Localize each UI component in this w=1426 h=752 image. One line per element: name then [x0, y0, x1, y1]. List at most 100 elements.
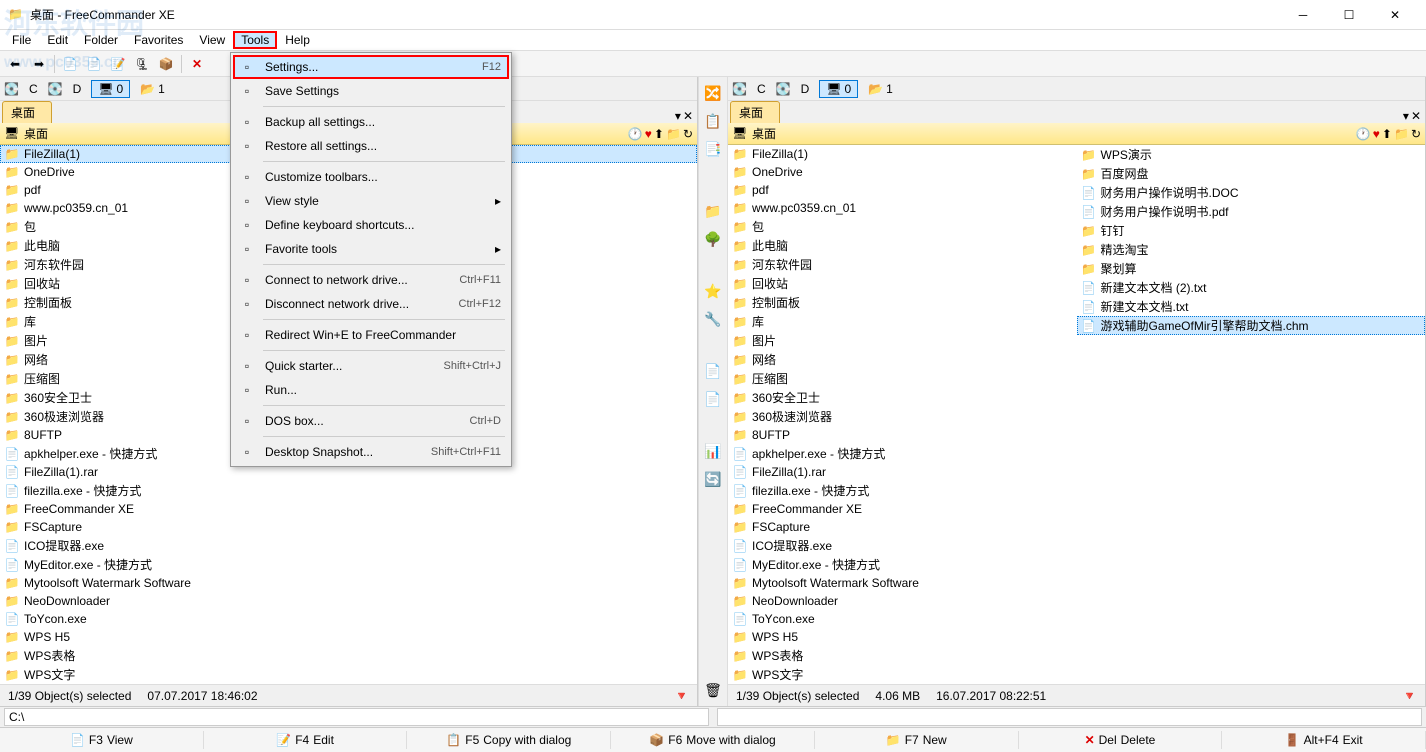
history-icon[interactable]: 🕐 — [628, 127, 643, 141]
tools-button[interactable]: 🔧 — [701, 307, 725, 331]
list-item[interactable]: 📁FreeCommander XE — [0, 500, 697, 518]
menu-item-quick-starter[interactable]: ▫Quick starter...Shift+Ctrl+J — [233, 354, 509, 378]
drive-active-right[interactable]: 🖥0 — [819, 80, 858, 98]
menu-folder[interactable]: Folder — [76, 31, 126, 49]
list-item[interactable]: 📁控制面板 — [728, 293, 1077, 312]
list-item[interactable]: 📄filezilla.exe - 快捷方式 — [0, 481, 697, 500]
list-item[interactable]: 📄MyEditor.exe - 快捷方式 — [728, 555, 1077, 574]
list-item[interactable]: 📁压缩图 — [728, 369, 1077, 388]
list-item[interactable]: 📁WPS演示 — [1077, 145, 1426, 164]
list-item[interactable]: 📁百度网盘 — [1077, 164, 1426, 183]
list-item[interactable]: 📁网络 — [728, 350, 1077, 369]
menu-item-run[interactable]: ▫Run... — [233, 378, 509, 402]
list-item[interactable]: 📁Mytoolsoft Watermark Software — [728, 574, 1077, 592]
list-item[interactable]: 📁FreeCommander XE — [728, 500, 1077, 518]
list-item[interactable]: 📁WPS文字 — [728, 665, 1077, 684]
extract-button[interactable]: 📦 — [155, 53, 177, 75]
favorites-button[interactable]: ⭐ — [701, 279, 725, 303]
folder-icon[interactable]: 📁 — [1394, 127, 1409, 141]
drive-history-right[interactable]: 📂1 — [862, 81, 899, 97]
folder-icon[interactable]: 📁 — [666, 127, 681, 141]
list-item[interactable]: 📁OneDrive — [728, 163, 1077, 181]
fn-f6-move[interactable]: 📦 F6 Move with dialog — [611, 731, 815, 749]
list-item[interactable]: 📁WPS文字 — [0, 665, 697, 684]
favorite-icon[interactable]: ♥ — [1373, 127, 1380, 141]
menu-view[interactable]: View — [191, 31, 233, 49]
drive-active[interactable]: 🖥0 — [91, 80, 130, 98]
refresh-icon[interactable]: ↻ — [683, 127, 693, 141]
history-icon[interactable]: 🕐 — [1356, 127, 1371, 141]
sync-dirs-button[interactable]: 🔄 — [701, 467, 725, 491]
list-item[interactable]: 📁WPS H5 — [0, 628, 697, 646]
menu-item-save-settings[interactable]: ▫Save Settings — [233, 79, 509, 103]
fn-altf4-exit[interactable]: 🚪 Alt+F4 Exit — [1222, 731, 1426, 749]
list-item[interactable]: 📁精选淘宝 — [1077, 240, 1426, 259]
delete-button[interactable]: ✕ — [186, 53, 208, 75]
up-icon[interactable]: ⬆ — [654, 127, 664, 141]
tab-dropdown[interactable]: ▾ — [1403, 109, 1409, 123]
menu-item-desktop-snapshot[interactable]: ▫Desktop Snapshot...Shift+Ctrl+F11 — [233, 440, 509, 464]
path-input-left[interactable] — [4, 708, 709, 726]
list-item[interactable]: 📁WPS H5 — [728, 628, 1077, 646]
list-item[interactable]: 📄FileZilla(1).rar — [728, 463, 1077, 481]
tree-button[interactable]: 🌳 — [701, 227, 725, 251]
up-icon[interactable]: ⬆ — [1382, 127, 1392, 141]
list-item[interactable]: 📄MyEditor.exe - 快捷方式 — [0, 555, 697, 574]
menu-item-favorite-tools[interactable]: ▫Favorite tools▸ — [233, 237, 509, 261]
copy-left-button[interactable]: 📄 — [701, 387, 725, 411]
list-item[interactable]: 📄财务用户操作说明书.pdf — [1077, 202, 1426, 221]
new-doc-button[interactable]: 📄 — [701, 359, 725, 383]
list-item[interactable]: 📄新建文本文档.txt — [1077, 297, 1426, 316]
list-item[interactable]: 📁此电脑 — [728, 236, 1077, 255]
menu-item-backup-all-settings[interactable]: ▫Backup all settings... — [233, 110, 509, 134]
list-item[interactable]: 📁图片 — [728, 331, 1077, 350]
list-item[interactable]: 📄ToYcon.exe — [728, 610, 1077, 628]
menu-item-dos-box[interactable]: ▫DOS box...Ctrl+D — [233, 409, 509, 433]
drive-c[interactable]: C — [23, 81, 44, 97]
list-item[interactable]: 📁FileZilla(1) — [728, 145, 1077, 163]
sync-button[interactable]: 📋 — [701, 109, 725, 133]
list-item[interactable]: 📁NeoDownloader — [728, 592, 1077, 610]
back-button[interactable]: ⬅ — [4, 53, 26, 75]
list-item[interactable]: 📁包 — [728, 217, 1077, 236]
list-item[interactable]: 📁钉钉 — [1077, 221, 1426, 240]
menu-file[interactable]: File — [4, 31, 39, 49]
list-item[interactable]: 📁河东软件园 — [728, 255, 1077, 274]
left-tab[interactable]: 桌面 — [2, 101, 52, 123]
menu-item-redirect-win-e-to-freecommander[interactable]: ▫Redirect Win+E to FreeCommander — [233, 323, 509, 347]
filter-icon[interactable]: 🔻 — [674, 689, 689, 703]
copy-right-button[interactable]: 📁 — [701, 199, 725, 223]
right-pathbar[interactable]: 🖥 桌面 🕐 ♥ ⬆ 📁 ↻ — [728, 123, 1425, 145]
list-item[interactable]: 📁360安全卫士 — [728, 388, 1077, 407]
close-button[interactable]: ✕ — [1372, 0, 1418, 30]
list-item[interactable]: 📁FSCapture — [0, 518, 697, 536]
menu-item-disconnect-network-drive[interactable]: ▫Disconnect network drive...Ctrl+F12 — [233, 292, 509, 316]
maximize-button[interactable]: ☐ — [1326, 0, 1372, 30]
list-item[interactable]: 📄ToYcon.exe — [0, 610, 697, 628]
menu-item-view-style[interactable]: ▫View style▸ — [233, 189, 509, 213]
refresh-icon[interactable]: ↻ — [1411, 127, 1421, 141]
tab-close[interactable]: ✕ — [1411, 109, 1421, 123]
list-item[interactable]: 📁聚划算 — [1077, 259, 1426, 278]
drive-history[interactable]: 📂1 — [134, 81, 171, 97]
list-item[interactable]: 📁回收站 — [728, 274, 1077, 293]
forward-button[interactable]: ➡ — [28, 53, 50, 75]
drive-c-right[interactable]: C — [751, 81, 772, 97]
menu-edit[interactable]: Edit — [39, 31, 76, 49]
swap-panes-button[interactable]: 🔀 — [701, 81, 725, 105]
list-item[interactable]: 📄ICO提取器.exe — [728, 536, 1077, 555]
filter-icon[interactable]: 🔻 — [1402, 689, 1417, 703]
drive-d-right[interactable]: D — [795, 81, 816, 97]
list-item[interactable]: 📄filezilla.exe - 快捷方式 — [728, 481, 1077, 500]
minimize-button[interactable]: ─ — [1280, 0, 1326, 30]
right-tab[interactable]: 桌面 — [730, 101, 780, 123]
rename-button[interactable]: 📝 — [107, 53, 129, 75]
list-item[interactable]: 📄apkhelper.exe - 快捷方式 — [728, 444, 1077, 463]
list-item[interactable]: 📁WPS表格 — [0, 646, 697, 665]
list-item[interactable]: 📁360极速浏览器 — [728, 407, 1077, 426]
menu-item-define-keyboard-shortcuts[interactable]: ▫Define keyboard shortcuts... — [233, 213, 509, 237]
list-item[interactable]: 📁库 — [728, 312, 1077, 331]
list-item[interactable]: 📄游戏辅助GameOfMir引擎帮助文档.chm — [1077, 316, 1426, 335]
right-filelist[interactable]: 📁FileZilla(1)📁OneDrive📁pdf📁www.pc0359.cn… — [728, 145, 1425, 684]
copy-button[interactable]: 📄 — [59, 53, 81, 75]
